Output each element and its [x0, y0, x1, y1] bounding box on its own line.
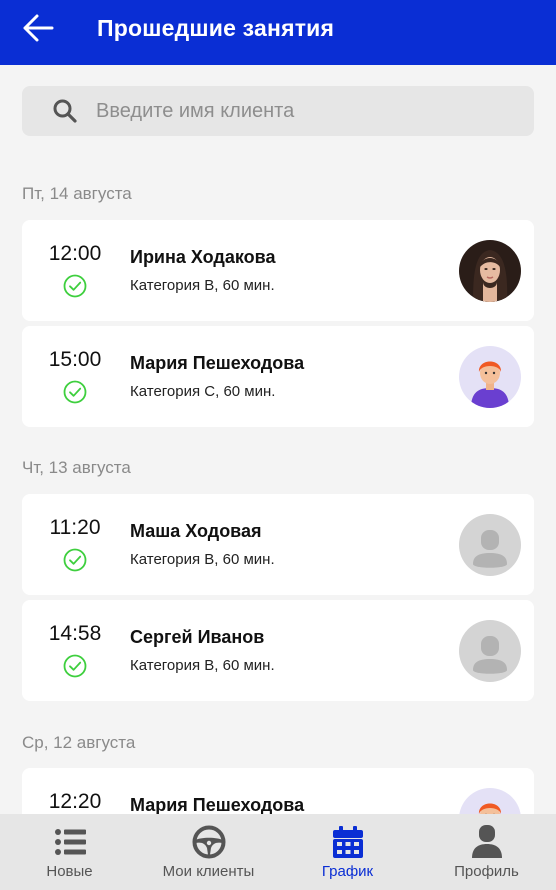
check-circle-icon: [63, 654, 87, 678]
nav-label: Мои клиенты: [162, 863, 255, 880]
lesson-time: 14:58: [48, 622, 102, 645]
nav-item-my-clients[interactable]: Мои клиенты: [139, 814, 278, 890]
client-name: Мария Пешеходова: [130, 353, 305, 373]
avatar: [459, 514, 521, 576]
cartoon-avatar-icon: [459, 346, 521, 408]
nav-label: Профиль: [454, 863, 519, 880]
client-name: Сергей Иванов: [130, 627, 265, 647]
nav-item-profile[interactable]: Профиль: [417, 814, 556, 890]
nav-item-new[interactable]: Новые: [0, 814, 139, 890]
check-circle-icon: [63, 548, 87, 572]
lesson-details: Категория B, 60 мин.: [130, 551, 275, 568]
arrow-left-icon: [23, 14, 54, 42]
default-avatar-icon: [459, 620, 521, 682]
lesson-details: Категория B, 60 мин.: [130, 277, 275, 294]
client-name: Мария Пешеходова: [130, 795, 305, 815]
client-name: Ирина Ходакова: [130, 247, 276, 267]
bottom-navigation: Новые Мои клиенты График Профиль: [0, 814, 556, 890]
day-header: Чт, 13 августа: [22, 458, 131, 477]
list-icon: [55, 829, 86, 855]
search-icon: [53, 99, 77, 123]
avatar: [459, 620, 521, 682]
calendar-icon: [333, 826, 363, 858]
avatar: [459, 346, 521, 408]
check-circle-icon: [63, 380, 87, 404]
day-header: Ср, 12 августа: [22, 733, 136, 752]
lesson-card[interactable]: 12:00 Ирина Ходакова Категория B, 60 мин…: [22, 220, 534, 321]
lesson-time: 12:20: [48, 790, 102, 813]
person-icon: [472, 825, 502, 858]
search-bar[interactable]: [22, 86, 534, 136]
nav-label: Новые: [46, 863, 93, 880]
page-title: Прошедшие занятия: [97, 15, 335, 41]
lesson-time: 12:00: [48, 242, 102, 265]
search-input[interactable]: [96, 86, 516, 136]
lesson-details: Категория C, 60 мин.: [130, 383, 276, 400]
default-avatar-icon: [459, 514, 521, 576]
steering-wheel-icon: [192, 825, 226, 859]
client-name: Маша Ходовая: [130, 521, 262, 541]
lesson-card[interactable]: 15:00 Мария Пешеходова Категория C, 60 м…: [22, 326, 534, 427]
check-circle-icon: [63, 274, 87, 298]
client-photo-avatar-icon: [459, 240, 521, 302]
nav-label: График: [321, 863, 374, 880]
lesson-card[interactable]: 11:20 Маша Ходовая Категория B, 60 мин.: [22, 494, 534, 595]
day-header: Пт, 14 августа: [22, 184, 132, 203]
lesson-time: 11:20: [49, 516, 101, 539]
lesson-card[interactable]: 14:58 Сергей Иванов Категория B, 60 мин.: [22, 600, 534, 701]
nav-item-schedule[interactable]: График: [278, 814, 417, 890]
lesson-details: Категория B, 60 мин.: [130, 657, 275, 674]
lesson-time: 15:00: [48, 348, 102, 371]
back-button[interactable]: [16, 6, 66, 56]
app-header: Прошедшие занятия: [0, 0, 556, 65]
avatar: [459, 240, 521, 302]
